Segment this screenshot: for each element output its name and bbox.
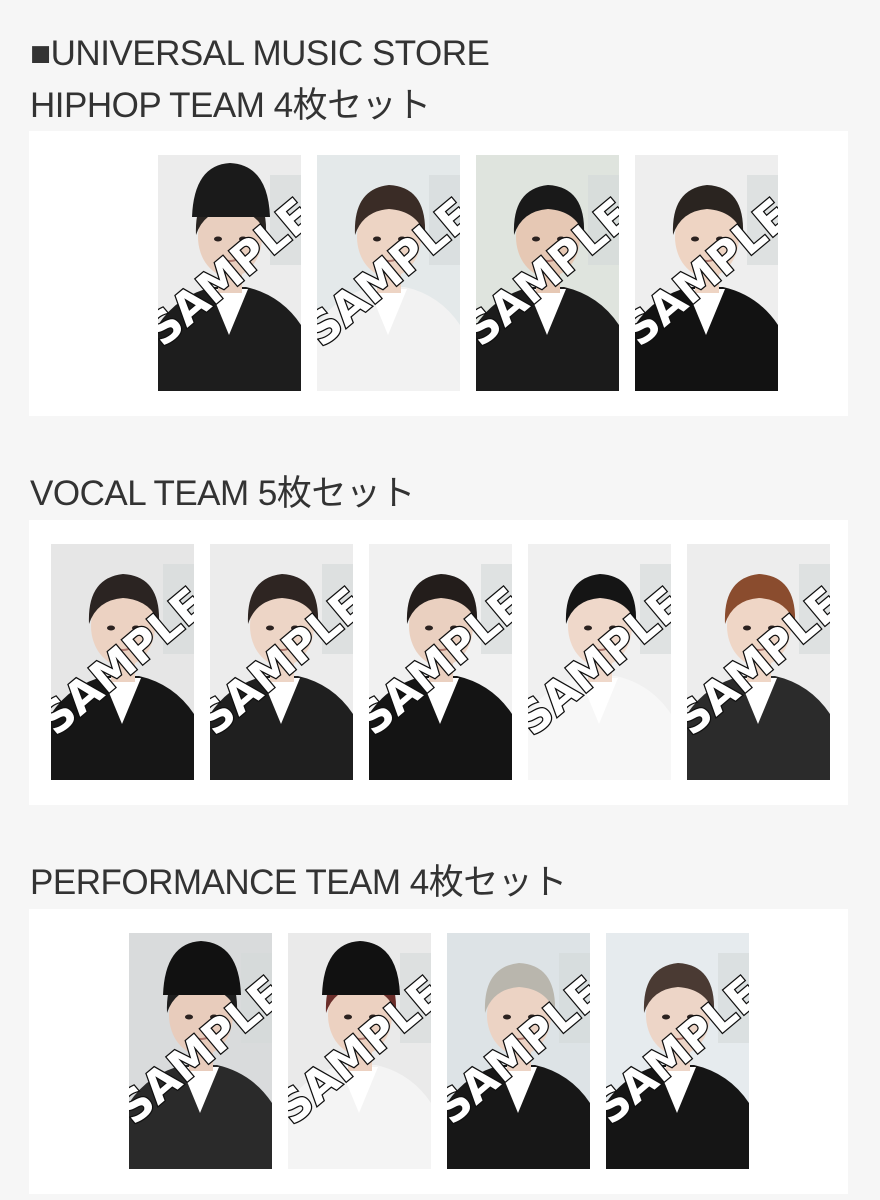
photo-card: SAMPLE (288, 933, 431, 1169)
card-panel-performance: SAMPLE SAMPLE SAMPLE SAMPLE (29, 909, 848, 1194)
card-panel-hiphop: SAMPLE SAMPLE SAMPLE SAMPLE (29, 131, 848, 416)
photo-card: SAMPLE (158, 155, 301, 391)
photo-card: SAMPLE (447, 933, 590, 1169)
card-panel-vocal: SAMPLE SAMPLE SAMPLE SAMPLE SAMPLE (29, 520, 848, 805)
photo-card: SAMPLE (369, 544, 512, 780)
store-title: ■UNIVERSAL MUSIC STORE (30, 34, 490, 73)
section-title-performance: PERFORMANCE TEAM 4枚セット (30, 863, 567, 902)
photo-card: SAMPLE (476, 155, 619, 391)
photo-card: SAMPLE (635, 155, 778, 391)
section-title-vocal: VOCAL TEAM 5枚セット (30, 474, 415, 513)
photo-card: SAMPLE (606, 933, 749, 1169)
photo-card: SAMPLE (129, 933, 272, 1169)
photo-card: SAMPLE (528, 544, 671, 780)
photo-card: SAMPLE (687, 544, 830, 780)
photo-card: SAMPLE (51, 544, 194, 780)
photo-card: SAMPLE (317, 155, 460, 391)
photo-card: SAMPLE (210, 544, 353, 780)
section-title-hiphop: HIPHOP TEAM 4枚セット (30, 86, 431, 125)
